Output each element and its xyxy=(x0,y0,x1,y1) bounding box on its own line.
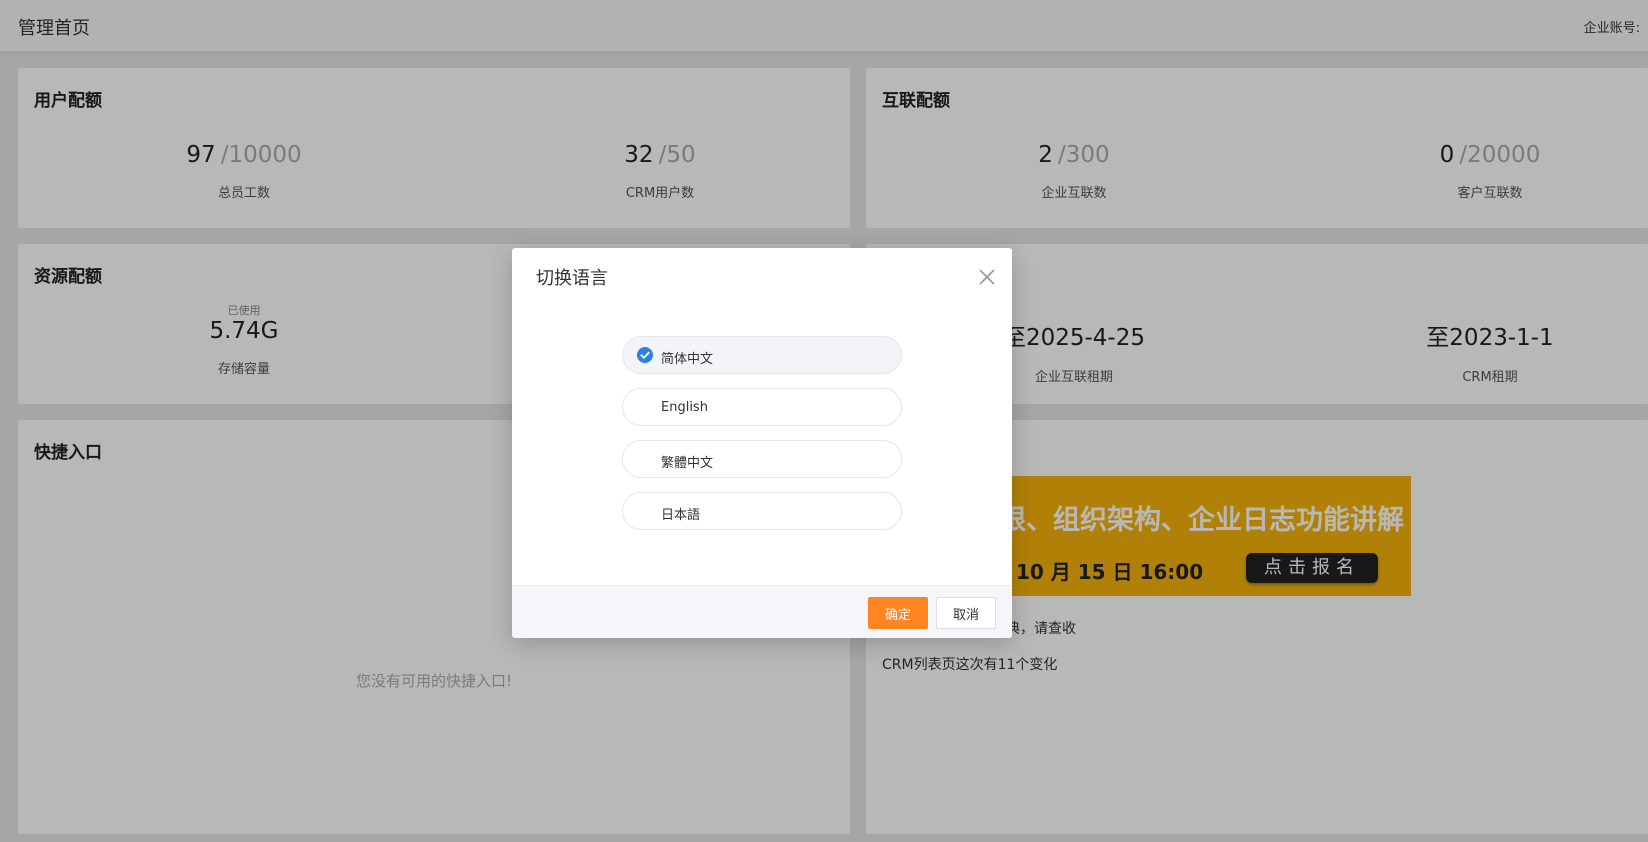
language-option-english[interactable]: English xyxy=(622,388,902,426)
dialog-footer: 确定 取消 xyxy=(512,585,1012,638)
language-label: English xyxy=(661,400,708,415)
language-label: 日本語 xyxy=(661,508,701,523)
cancel-button[interactable]: 取消 xyxy=(936,597,996,629)
admin-home-page: 管理首页 企业账号: 用户配额 97 /10000 总员工数 32 /50 CR… xyxy=(0,0,1648,842)
language-option-japanese[interactable]: 日本語 xyxy=(622,492,902,530)
language-list: 简体中文 English 繁體中文 日本語 xyxy=(622,336,902,544)
language-label: 简体中文 xyxy=(661,352,714,367)
language-option-simplified-chinese[interactable]: 简体中文 xyxy=(622,336,902,374)
dialog-title: 切换语言 xyxy=(536,268,608,289)
language-option-traditional-chinese[interactable]: 繁體中文 xyxy=(622,440,902,478)
language-label: 繁體中文 xyxy=(661,456,714,471)
confirm-button[interactable]: 确定 xyxy=(868,597,928,629)
check-circle-icon xyxy=(637,347,653,363)
switch-language-dialog: 切换语言 简体中文 English 繁體中文 日本語 确定 取消 xyxy=(512,248,1012,638)
close-icon[interactable] xyxy=(976,266,998,288)
